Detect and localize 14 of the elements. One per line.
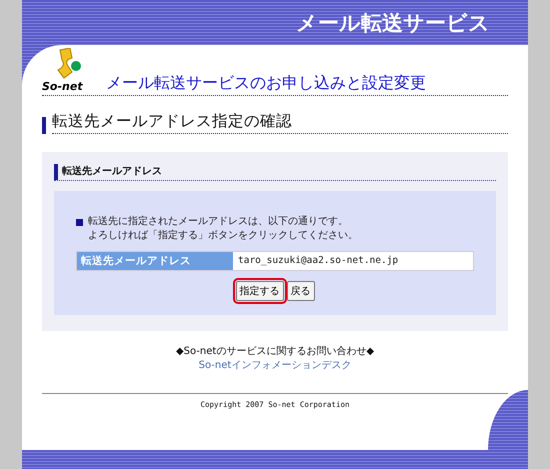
field-value: taro_suzuki@aa2.so-net.ne.jp xyxy=(237,254,400,268)
bullet-icon xyxy=(76,219,83,226)
service-title: メール転送サービス xyxy=(296,10,490,36)
section-title: 転送先メールアドレス xyxy=(62,164,162,179)
back-button[interactable]: 戻る xyxy=(286,281,314,301)
field-label: 転送先メールアドレス xyxy=(77,252,233,270)
page-heading: 転送先メールアドレス指定の確認 xyxy=(52,111,508,134)
info-desk-link[interactable]: So-netインフォメーションデスク xyxy=(198,359,352,373)
page-title: メール転送サービスのお申し込みと設定変更 xyxy=(106,73,426,94)
address-field[interactable]: 転送先メールアドレス taro_suzuki@aa2.so-net.ne.jp xyxy=(76,251,474,271)
logo-icon xyxy=(56,48,84,80)
instruction-text: 転送先に指定されたメールアドレスは、以下の通りです。 よろしければ「指定する」ボタンをクリックしてください。 xyxy=(88,215,358,243)
logo-text: So-net xyxy=(42,80,83,93)
inquiry-text: ◆So-netのサービスに関するお問い合わせ◆ xyxy=(176,345,374,359)
